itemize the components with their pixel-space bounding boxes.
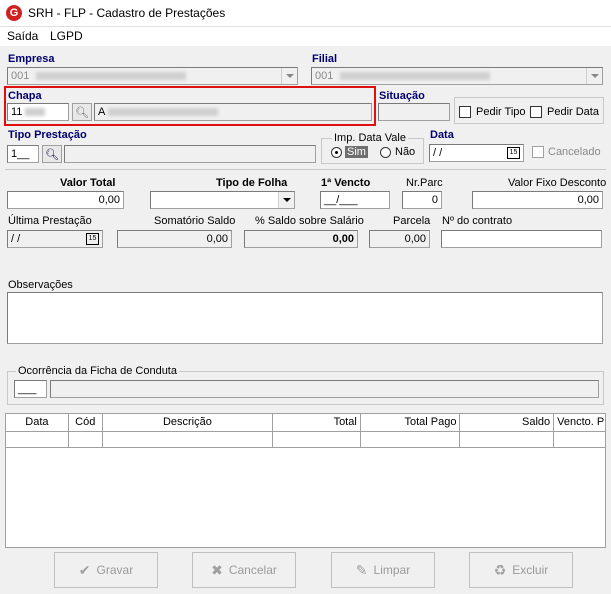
binoculars-icon: 🔍︎ (45, 148, 59, 161)
data-value: / / (433, 147, 443, 159)
valor-total-label: Valor Total (60, 177, 116, 189)
tipo-prestacao-input[interactable]: 1__ (7, 145, 39, 163)
tipo-prestacao-search-button[interactable]: 🔍︎ (42, 145, 62, 163)
cancelar-label: Cancelar (228, 563, 277, 577)
tipo-prestacao-desc-field (64, 145, 316, 163)
valor-fixo-desconto-label: Valor Fixo Desconto (508, 177, 607, 189)
filial-redacted-name (340, 72, 491, 81)
calendar-icon: 15 (86, 233, 99, 245)
ocorrencia-desc-field (50, 380, 599, 398)
somatorio-saldo-field: 0,00 (117, 230, 232, 248)
chevron-down-icon[interactable] (586, 68, 602, 84)
chapa-value: 11 (11, 106, 23, 118)
pedir-data-checkbox[interactable] (530, 106, 542, 118)
valor-fixo-desconto-input[interactable]: 0,00 (472, 191, 603, 209)
nr-parc-label: Nr.Parc (406, 177, 443, 189)
app-logo-icon: G (6, 5, 22, 21)
menu-lgpd[interactable]: LGPD (50, 29, 83, 43)
col-vencto-pre[interactable]: Vencto. Pre (554, 414, 605, 431)
binoculars-icon: 🔍︎ (75, 106, 89, 119)
chapa-name-field: A (94, 103, 372, 121)
table-row[interactable] (5, 431, 606, 448)
imp-data-vale-label: Imp. Data Vale (332, 132, 408, 144)
tipo-folha-combo[interactable] (150, 191, 295, 209)
primeiro-vencto-input[interactable]: __/___ (320, 191, 390, 209)
col-total[interactable]: Total (273, 414, 361, 431)
tipo-prestacao-label: Tipo Prestação (8, 129, 87, 141)
col-cod[interactable]: Cód (69, 414, 103, 431)
data-label: Data (430, 129, 454, 141)
limpar-button[interactable]: ✎ Limpar (331, 552, 435, 588)
chevron-down-icon[interactable] (278, 192, 294, 208)
filial-combo[interactable]: 001 (311, 67, 603, 85)
x-icon: ✖ (211, 561, 223, 578)
col-saldo[interactable]: Saldo (460, 414, 555, 431)
grid-header: Data Cód Descrição Total Total Pago Sald… (5, 413, 606, 431)
perc-saldo-label: % Saldo sobre Salário (255, 215, 364, 227)
observacoes-textarea[interactable] (7, 292, 603, 344)
imp-sim-label: Sim (345, 146, 368, 158)
ultima-prestacao-value: / / (11, 233, 21, 245)
check-icon: ✔ (78, 561, 91, 578)
parcela-label: Parcela (393, 215, 431, 227)
gravar-label: Gravar (96, 563, 134, 577)
ocorrencia-code-input[interactable]: ___ (14, 380, 47, 398)
empresa-label: Empresa (8, 53, 55, 65)
empresa-redacted-name (36, 72, 187, 81)
imp-nao-radio[interactable] (380, 147, 391, 158)
separator (5, 169, 606, 170)
cancelado-checkbox[interactable] (532, 146, 544, 158)
data-input[interactable]: / / 15 (429, 144, 524, 162)
pedir-data-label: Pedir Data (547, 106, 599, 118)
menu-saida[interactable]: Saída (7, 29, 38, 43)
limpar-label: Limpar (373, 563, 411, 577)
excluir-button[interactable]: ♻ Excluir (469, 552, 573, 588)
valor-total-input[interactable]: 0,00 (7, 191, 124, 209)
cancelado-label: Cancelado (548, 146, 601, 158)
chapa-input[interactable]: 11 (7, 103, 69, 121)
col-descricao[interactable]: Descrição (103, 414, 274, 431)
perc-saldo-field: 0,00 (244, 230, 358, 248)
ultima-prestacao-label: Última Prestação (8, 215, 92, 227)
filial-label: Filial (312, 53, 338, 65)
ocorrencia-label: Ocorrência da Ficha de Conduta (16, 365, 179, 377)
ultima-prestacao-field: / / 15 (7, 230, 103, 248)
primeiro-vencto-label: 1ª Vencto (321, 177, 371, 189)
chapa-label: Chapa (8, 90, 42, 102)
grid-body[interactable] (5, 448, 606, 548)
gravar-button[interactable]: ✔ Gravar (54, 552, 158, 588)
observacoes-label: Observações (8, 279, 73, 291)
title-bar: G SRH - FLP - Cadastro de Prestações (0, 0, 611, 27)
window-title: SRH - FLP - Cadastro de Prestações (28, 6, 226, 20)
calendar-icon[interactable]: 15 (507, 147, 520, 159)
imp-nao-label: Não (395, 146, 416, 158)
col-total-pago[interactable]: Total Pago (361, 414, 461, 431)
trash-icon: ♻ (493, 561, 507, 578)
chapa-name-redacted (107, 108, 218, 117)
somatorio-saldo-label: Somatório Saldo (154, 215, 236, 227)
parcela-field: 0,00 (369, 230, 430, 248)
chapa-search-button[interactable]: 🔍︎ (72, 103, 92, 121)
pedir-tipo-checkbox[interactable] (459, 106, 471, 118)
situacao-label: Situação (379, 90, 425, 102)
situacao-field (378, 103, 450, 121)
chapa-redacted (25, 108, 46, 117)
nr-parc-input[interactable]: 0 (402, 191, 442, 209)
pedir-tipo-label: Pedir Tipo (476, 106, 526, 118)
empresa-value: 001 (11, 70, 30, 82)
menu-bar: Saída LGPD (0, 27, 611, 46)
tipo-folha-label: Tipo de Folha (216, 177, 288, 189)
filial-value: 001 (315, 70, 334, 82)
broom-icon: ✎ (355, 561, 368, 578)
col-data[interactable]: Data (6, 414, 69, 431)
nr-contrato-label: Nº do contrato (442, 215, 513, 227)
chapa-name-prefix: A (98, 106, 105, 118)
chevron-down-icon[interactable] (281, 68, 297, 84)
imp-sim-radio[interactable] (331, 147, 342, 158)
empresa-combo[interactable]: 001 (7, 67, 298, 85)
cancelar-button[interactable]: ✖ Cancelar (192, 552, 296, 588)
nr-contrato-input[interactable] (441, 230, 602, 248)
excluir-label: Excluir (512, 563, 549, 577)
